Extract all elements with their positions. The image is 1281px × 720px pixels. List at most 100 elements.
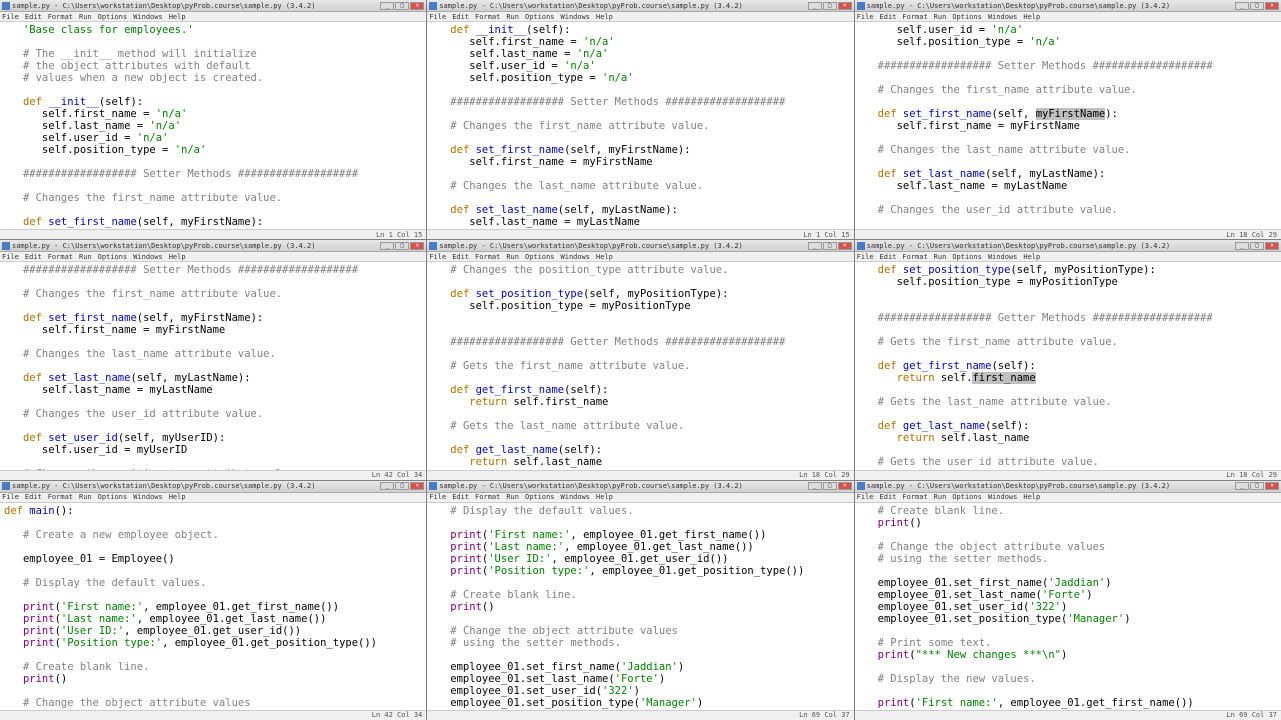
code-editor[interactable]: # Changes the position_type attribute va…: [427, 262, 853, 469]
menu-item[interactable]: Help: [169, 13, 186, 21]
menu-item[interactable]: Edit: [25, 253, 42, 261]
menu-item[interactable]: File: [2, 493, 19, 501]
maximize-button[interactable]: □: [395, 242, 409, 250]
code-editor[interactable]: # Create blank line. print() # Change th…: [855, 503, 1281, 710]
menu-item[interactable]: Windows: [988, 13, 1018, 21]
menu-item[interactable]: Edit: [880, 493, 897, 501]
menu-item[interactable]: Help: [596, 13, 613, 21]
menu-item[interactable]: Options: [525, 253, 555, 261]
close-button[interactable]: ×: [1265, 242, 1279, 250]
menu-item[interactable]: Windows: [561, 493, 591, 501]
menu-item[interactable]: Options: [952, 493, 982, 501]
menu-item[interactable]: Format: [475, 253, 500, 261]
menu-item[interactable]: Run: [79, 253, 92, 261]
close-button[interactable]: ×: [410, 242, 424, 250]
menu-item[interactable]: Format: [475, 493, 500, 501]
minimize-button[interactable]: _: [808, 2, 822, 10]
maximize-button[interactable]: □: [823, 482, 837, 490]
maximize-button[interactable]: □: [823, 242, 837, 250]
menu-item[interactable]: Format: [48, 253, 73, 261]
menu-item[interactable]: Windows: [133, 253, 163, 261]
menu-item[interactable]: Help: [1023, 493, 1040, 501]
minimize-button[interactable]: _: [1235, 2, 1249, 10]
minimize-button[interactable]: _: [808, 242, 822, 250]
titlebar[interactable]: sample.py - C:\Users\workstation\Desktop…: [855, 240, 1281, 252]
titlebar[interactable]: sample.py - C:\Users\workstation\Desktop…: [855, 481, 1281, 493]
menu-item[interactable]: Options: [98, 493, 128, 501]
code-editor[interactable]: def main(): # Create a new employee obje…: [0, 503, 426, 710]
menu-item[interactable]: Edit: [25, 13, 42, 21]
titlebar[interactable]: sample.py - C:\Users\workstation\Desktop…: [0, 481, 426, 493]
minimize-button[interactable]: _: [1235, 482, 1249, 490]
menu-item[interactable]: Edit: [25, 493, 42, 501]
titlebar[interactable]: sample.py - C:\Users\workstation\Desktop…: [427, 0, 853, 12]
menu-item[interactable]: Format: [902, 13, 927, 21]
titlebar[interactable]: sample.py - C:\Users\workstation\Desktop…: [855, 0, 1281, 12]
minimize-button[interactable]: _: [380, 242, 394, 250]
menu-item[interactable]: Edit: [880, 253, 897, 261]
close-button[interactable]: ×: [838, 482, 852, 490]
menu-item[interactable]: File: [2, 253, 19, 261]
menu-item[interactable]: Options: [98, 253, 128, 261]
titlebar[interactable]: sample.py - C:\Users\workstation\Desktop…: [0, 0, 426, 12]
menu-item[interactable]: Edit: [452, 253, 469, 261]
titlebar[interactable]: sample.py - C:\Users\workstation\Desktop…: [0, 240, 426, 252]
maximize-button[interactable]: □: [395, 482, 409, 490]
maximize-button[interactable]: □: [1250, 242, 1264, 250]
code-editor[interactable]: def set_position_type(self, myPositionTy…: [855, 262, 1281, 469]
menu-item[interactable]: Run: [79, 493, 92, 501]
menu-item[interactable]: Windows: [561, 253, 591, 261]
menu-item[interactable]: Help: [596, 493, 613, 501]
menu-item[interactable]: Options: [525, 13, 555, 21]
close-button[interactable]: ×: [838, 2, 852, 10]
menu-item[interactable]: Windows: [988, 493, 1018, 501]
menu-item[interactable]: Run: [506, 493, 519, 501]
menu-item[interactable]: Help: [1023, 253, 1040, 261]
menu-item[interactable]: Run: [934, 493, 947, 501]
menu-item[interactable]: File: [857, 253, 874, 261]
maximize-button[interactable]: □: [395, 2, 409, 10]
code-editor[interactable]: self.user_id = 'n/a' self.position_type …: [855, 22, 1281, 229]
menu-item[interactable]: File: [429, 13, 446, 21]
titlebar[interactable]: sample.py - C:\Users\workstation\Desktop…: [427, 240, 853, 252]
minimize-button[interactable]: _: [808, 482, 822, 490]
close-button[interactable]: ×: [410, 482, 424, 490]
close-button[interactable]: ×: [1265, 2, 1279, 10]
menu-item[interactable]: Edit: [880, 13, 897, 21]
menu-item[interactable]: Format: [48, 493, 73, 501]
menu-item[interactable]: Edit: [452, 13, 469, 21]
close-button[interactable]: ×: [1265, 482, 1279, 490]
code-editor[interactable]: 'Base class for employees.' # The __init…: [0, 22, 426, 229]
code-editor[interactable]: # Display the default values. print('Fir…: [427, 503, 853, 710]
menu-item[interactable]: Format: [475, 13, 500, 21]
titlebar[interactable]: sample.py - C:\Users\workstation\Desktop…: [427, 481, 853, 493]
menu-item[interactable]: Format: [48, 13, 73, 21]
menu-item[interactable]: Options: [525, 493, 555, 501]
menu-item[interactable]: Run: [79, 13, 92, 21]
menu-item[interactable]: File: [857, 493, 874, 501]
maximize-button[interactable]: □: [1250, 482, 1264, 490]
menu-item[interactable]: Options: [952, 13, 982, 21]
menu-item[interactable]: Run: [934, 253, 947, 261]
minimize-button[interactable]: _: [380, 482, 394, 490]
menu-item[interactable]: Options: [98, 13, 128, 21]
minimize-button[interactable]: _: [380, 2, 394, 10]
close-button[interactable]: ×: [838, 242, 852, 250]
menu-item[interactable]: Run: [506, 13, 519, 21]
minimize-button[interactable]: _: [1235, 242, 1249, 250]
menu-item[interactable]: Windows: [561, 13, 591, 21]
close-button[interactable]: ×: [410, 2, 424, 10]
menu-item[interactable]: Windows: [988, 253, 1018, 261]
menu-item[interactable]: Format: [902, 493, 927, 501]
menu-item[interactable]: Options: [952, 253, 982, 261]
menu-item[interactable]: File: [429, 253, 446, 261]
menu-item[interactable]: File: [2, 13, 19, 21]
menu-item[interactable]: Windows: [133, 493, 163, 501]
menu-item[interactable]: Run: [934, 13, 947, 21]
menu-item[interactable]: Help: [169, 493, 186, 501]
menu-item[interactable]: File: [429, 493, 446, 501]
menu-item[interactable]: File: [857, 13, 874, 21]
menu-item[interactable]: Format: [902, 253, 927, 261]
code-editor[interactable]: ################## Setter Methods ######…: [0, 262, 426, 469]
menu-item[interactable]: Help: [169, 253, 186, 261]
